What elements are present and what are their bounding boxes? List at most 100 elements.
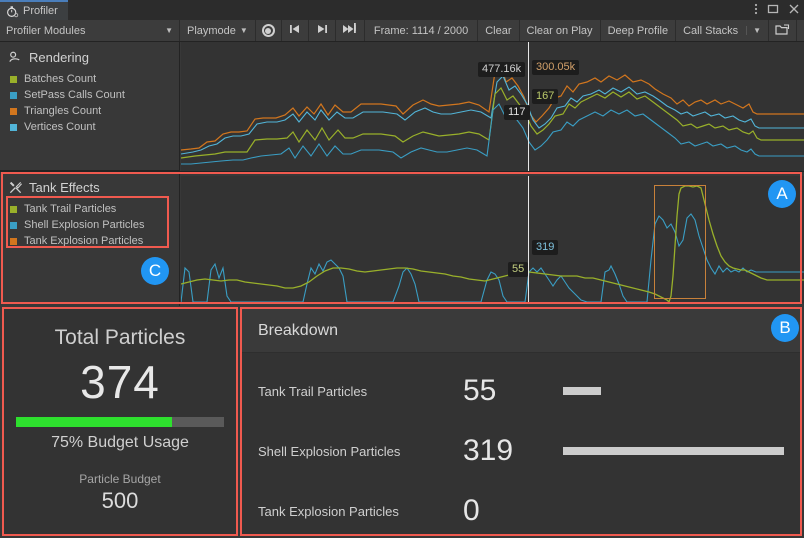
badge-b: B <box>771 314 799 342</box>
graph-value-tooltip: 55 <box>508 262 528 277</box>
breakdown-panel: Breakdown Tank Trail Particles 55 Shell … <box>240 307 802 536</box>
legend-swatch <box>10 238 17 245</box>
tank-effects-graph-svg <box>181 176 804 303</box>
breakdown-title: Breakdown <box>258 322 338 340</box>
graph-divider <box>0 171 804 172</box>
record-button[interactable] <box>256 20 282 41</box>
clear-on-play-button[interactable]: Clear on Play <box>520 20 601 41</box>
breakdown-row-name: Shell Explosion Particles <box>258 444 463 459</box>
last-frame-button[interactable] <box>336 20 365 41</box>
legend-item[interactable]: Triangles Count <box>10 103 179 119</box>
breakdown-row-name: Tank Explosion Particles <box>258 504 463 519</box>
module-rendering[interactable]: Rendering Batches Count SetPass Calls Co… <box>0 42 179 172</box>
tools-icon <box>8 180 23 195</box>
call-stacks-label: Call Stacks <box>683 25 738 37</box>
legend-label: Triangles Count <box>24 105 101 117</box>
record-icon <box>262 24 275 37</box>
save-load-icon <box>775 23 790 39</box>
legend-item[interactable]: Vertices Count <box>10 119 179 135</box>
legend-swatch <box>10 124 17 131</box>
next-frame-button[interactable] <box>309 20 336 41</box>
legend-item[interactable]: Shell Explosion Particles <box>10 217 180 233</box>
legend-label: Shell Explosion Particles <box>24 219 144 231</box>
close-icon[interactable] <box>788 3 800 17</box>
chevron-down-icon: ▼ <box>165 26 173 35</box>
breakdown-row-bar-track <box>563 507 784 515</box>
rendering-icon <box>8 50 23 65</box>
save-load-button[interactable] <box>769 20 797 41</box>
toolbar-spacer <box>797 20 804 41</box>
badge-c: C <box>141 257 169 285</box>
next-frame-icon <box>315 23 329 38</box>
budget-usage-label: 75% Budget Usage <box>51 434 189 452</box>
graph-value-tooltip: 167 <box>532 89 558 104</box>
module-rendering-title: Rendering <box>29 50 89 65</box>
badge-a: A <box>768 180 796 208</box>
legend-item[interactable]: SetPass Calls Count <box>10 87 179 103</box>
legend-label: SetPass Calls Count <box>24 89 125 101</box>
legend-swatch <box>10 222 17 229</box>
deep-profile-button[interactable]: Deep Profile <box>601 20 677 41</box>
stopwatch-icon <box>6 5 19 18</box>
selection-rectangle[interactable] <box>654 185 706 299</box>
breakdown-row-bar <box>563 387 601 395</box>
total-particles-panel: Total Particles 374 75% Budget Usage Par… <box>2 307 238 536</box>
tab-profiler[interactable]: Profiler <box>0 0 68 20</box>
rendering-legend: Batches Count SetPass Calls Count Triang… <box>0 67 179 135</box>
breakdown-header: Breakdown <box>242 309 800 353</box>
breakdown-row-value: 319 <box>463 434 563 468</box>
profiler-toolbar: Profiler Modules ▼ Playmode ▼ Frame: 111… <box>0 20 804 42</box>
tank-effects-graph[interactable]: 319 55 <box>181 176 804 303</box>
breakdown-row-bar-track <box>563 447 784 455</box>
total-particles-title: Total Particles <box>55 326 186 350</box>
legend-swatch <box>10 76 17 83</box>
clear-button[interactable]: Clear <box>478 20 519 41</box>
breakdown-rows: Tank Trail Particles 55 Shell Explosion … <box>242 353 800 538</box>
previous-frame-button[interactable] <box>282 20 309 41</box>
tab-label: Profiler <box>23 5 58 17</box>
window-buttons <box>754 0 800 20</box>
module-rendering-header: Rendering <box>0 48 179 67</box>
total-particles-value: 374 <box>80 355 160 409</box>
playmode-label: Playmode <box>187 25 236 37</box>
breakdown-row-value: 55 <box>463 374 563 408</box>
breakdown-row-bar-track <box>563 387 784 395</box>
particle-budget-label: Particle Budget <box>79 472 160 486</box>
module-tank-effects[interactable]: Tank Effects Tank Trail Particles Shell … <box>0 172 180 306</box>
legend-item[interactable]: Tank Trail Particles <box>10 201 180 217</box>
kebab-menu-icon[interactable] <box>754 2 758 18</box>
budget-progress-track <box>16 417 224 427</box>
breakdown-row-bar <box>563 447 784 455</box>
graph-value-tooltip: 117 <box>504 105 530 120</box>
profiler-modules-dropdown[interactable]: Profiler Modules ▼ <box>0 20 180 41</box>
chevron-down-icon: ▼ <box>240 26 248 35</box>
breakdown-row[interactable]: Tank Trail Particles 55 <box>242 361 800 421</box>
legend-item[interactable]: Batches Count <box>10 71 179 87</box>
legend-label: Batches Count <box>24 73 96 85</box>
breakdown-row[interactable]: Tank Explosion Particles 0 <box>242 481 800 538</box>
tank-effects-playhead[interactable] <box>528 176 529 303</box>
module-tank-effects-title: Tank Effects <box>29 180 100 195</box>
graph-value-tooltip: 319 <box>532 240 558 255</box>
maximize-icon[interactable] <box>767 3 779 17</box>
last-frame-icon <box>342 23 358 38</box>
breakdown-row-value: 0 <box>463 494 563 528</box>
budget-progress-fill <box>16 417 172 427</box>
previous-frame-icon <box>288 23 302 38</box>
call-stacks-dropdown[interactable]: Call Stacks ▼ <box>676 20 769 41</box>
legend-label: Tank Trail Particles <box>24 203 116 215</box>
window-titlebar: Profiler <box>0 0 804 20</box>
legend-swatch <box>10 92 17 99</box>
particle-budget-value: 500 <box>102 488 139 514</box>
legend-label: Vertices Count <box>24 121 96 133</box>
profiler-modules-label: Profiler Modules <box>6 25 85 37</box>
frame-counter: Frame: 1114 / 2000 <box>365 20 478 41</box>
legend-swatch <box>10 108 17 115</box>
legend-item[interactable]: Tank Explosion Particles <box>10 233 180 249</box>
breakdown-row[interactable]: Shell Explosion Particles 319 <box>242 421 800 481</box>
playmode-dropdown[interactable]: Playmode ▼ <box>180 20 256 41</box>
graph-value-tooltip: 300.05k <box>532 60 579 75</box>
module-tank-effects-header: Tank Effects <box>0 178 180 197</box>
rendering-graph[interactable]: 477.16k 300.05k 167 117 <box>181 42 804 171</box>
graph-value-tooltip: 477.16k <box>478 62 525 77</box>
